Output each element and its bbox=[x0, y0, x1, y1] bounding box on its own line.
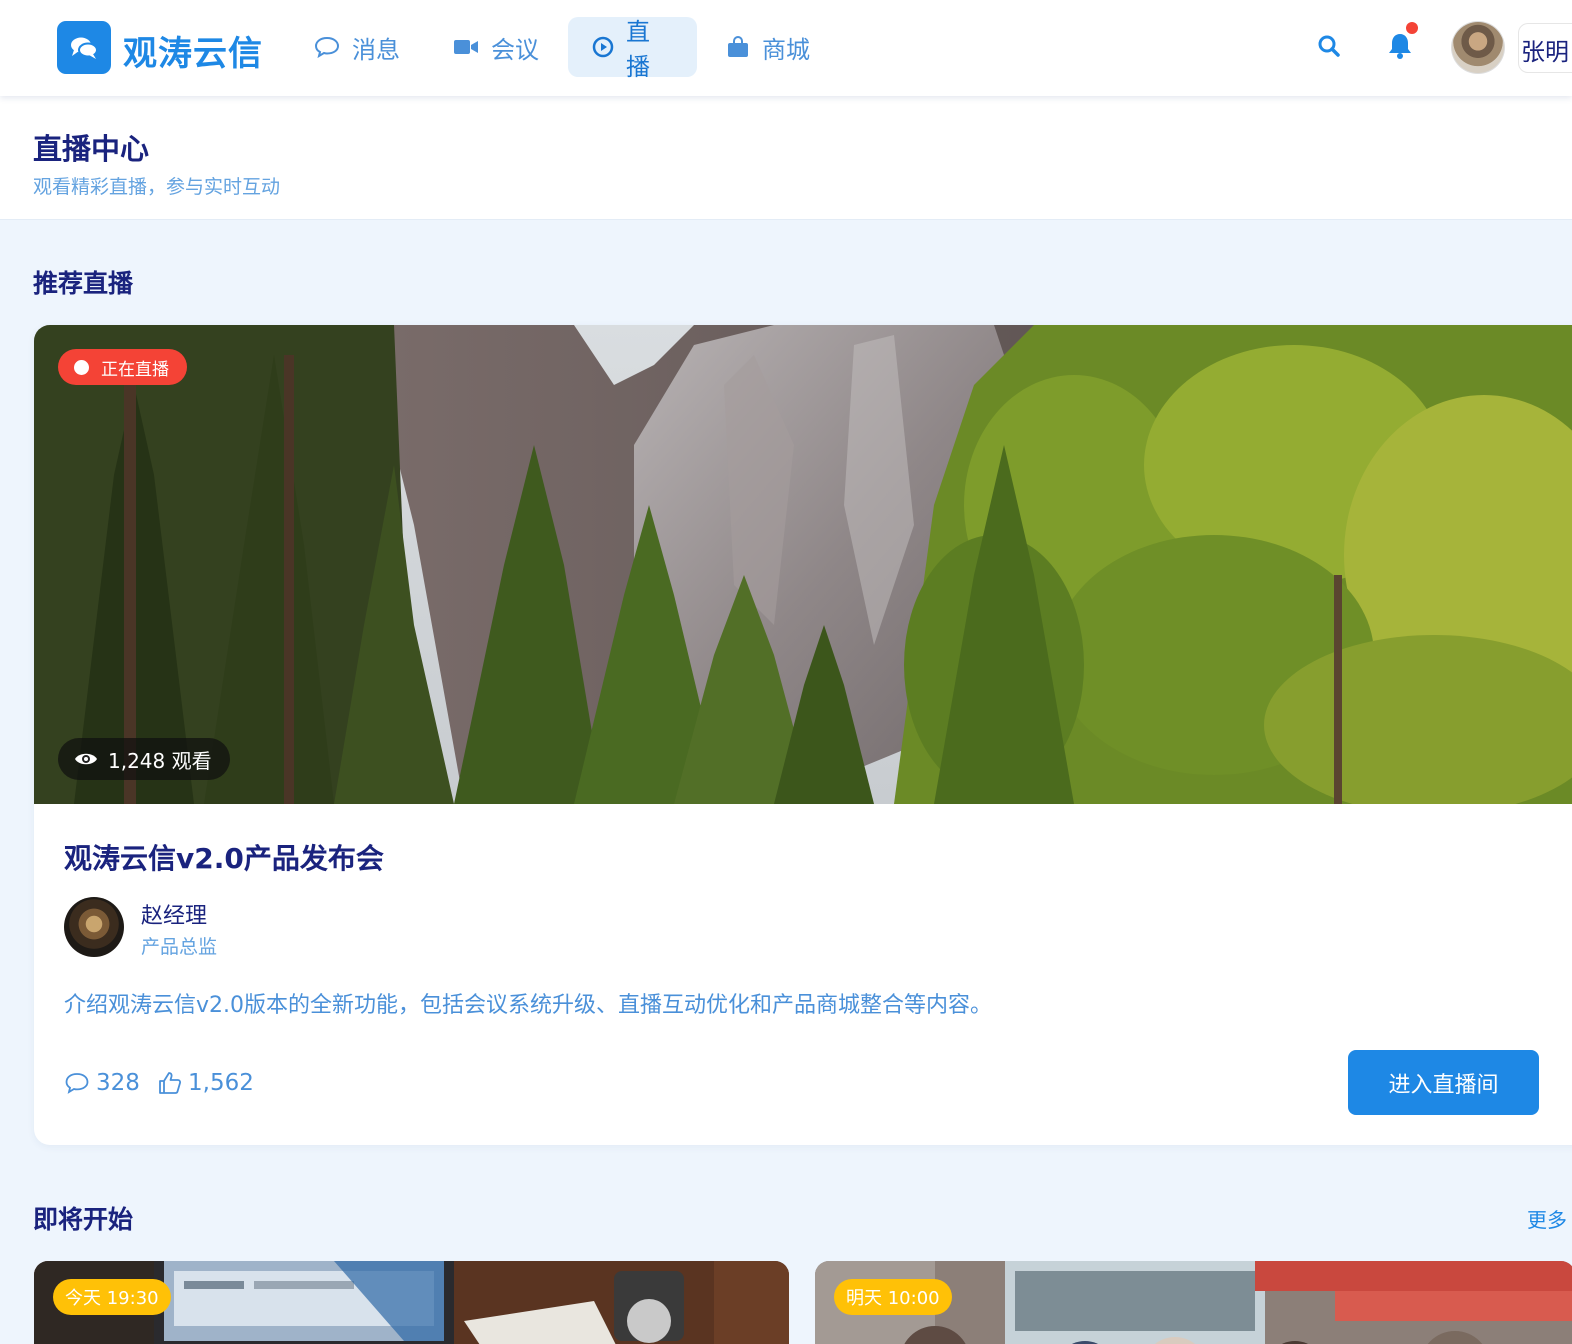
search-icon[interactable] bbox=[1317, 34, 1341, 62]
upcoming-time-badge: 今天 19:30 bbox=[53, 1279, 171, 1315]
upcoming-card[interactable]: 明天 10:00 bbox=[815, 1261, 1572, 1344]
nav-label: 商城 bbox=[762, 35, 810, 64]
featured-description: 介绍观涛云信v2.0版本的全新功能，包括会议系统升级、直播互动优化和产品商城整合… bbox=[64, 993, 993, 1018]
host-name: 赵经理 bbox=[141, 904, 208, 929]
viewer-count-badge: 1,248 观看 bbox=[58, 738, 230, 780]
nav-item-messages[interactable]: 消息 bbox=[290, 17, 424, 77]
like-count-value: 1,562 bbox=[188, 1070, 254, 1096]
section-title-featured: 推荐直播 bbox=[33, 269, 134, 298]
user-name[interactable]: 张明 bbox=[1518, 23, 1572, 73]
eye-icon bbox=[74, 751, 98, 767]
page-subtitle: 观看精彩直播，参与实时互动 bbox=[33, 176, 281, 198]
comment-count-value: 328 bbox=[96, 1070, 140, 1096]
shopping-bag-icon bbox=[726, 35, 750, 59]
enter-live-room-button[interactable]: 进入直播间 bbox=[1348, 1050, 1539, 1115]
nav-item-meetings[interactable]: 会议 bbox=[429, 17, 563, 77]
play-circle-icon bbox=[592, 36, 614, 58]
upcoming-time-badge: 明天 10:00 bbox=[834, 1279, 952, 1315]
section-title-upcoming: 即将开始 bbox=[33, 1205, 134, 1234]
chat-bubbles-icon bbox=[71, 37, 98, 59]
nav-item-store[interactable]: 商城 bbox=[702, 17, 834, 77]
live-status-badge: 正在直播 bbox=[58, 349, 187, 385]
live-dot-icon bbox=[74, 359, 89, 375]
host-avatar[interactable] bbox=[64, 897, 124, 957]
upcoming-card[interactable]: 今天 19:30 bbox=[34, 1261, 789, 1344]
nav-label: 消息 bbox=[352, 35, 400, 64]
brand-name[interactable]: 观涛云信 bbox=[123, 26, 263, 75]
featured-live-card[interactable]: 正在直播 1,248 观看 观涛云信v2.0产品发布会 赵经理 产品总监 介绍观… bbox=[34, 325, 1572, 1145]
nav-label: 会议 bbox=[491, 35, 539, 64]
nav-label: 直播 bbox=[626, 18, 650, 81]
host-role: 产品总监 bbox=[141, 936, 218, 958]
user-avatar[interactable] bbox=[1451, 21, 1505, 74]
nav-item-live[interactable]: 直播 bbox=[568, 17, 697, 81]
live-status-text: 正在直播 bbox=[101, 359, 169, 380]
bell-icon[interactable] bbox=[1388, 32, 1412, 64]
comment-count[interactable]: 328 bbox=[64, 1067, 140, 1099]
thumbs-up-icon bbox=[158, 1071, 182, 1095]
like-count[interactable]: 1,562 bbox=[158, 1067, 254, 1099]
logo-icon[interactable] bbox=[57, 21, 111, 74]
top-nav: 观涛云信 消息 会议 直播 商城 张明 bbox=[0, 0, 1572, 96]
featured-title[interactable]: 观涛云信v2.0产品发布会 bbox=[64, 837, 384, 877]
page-header: 直播中心 观看精彩直播，参与实时互动 bbox=[0, 96, 1572, 220]
forest-cliff-image bbox=[34, 325, 1572, 804]
featured-cover-image[interactable]: 正在直播 1,248 观看 bbox=[34, 325, 1572, 804]
viewer-count: 1,248 观看 bbox=[108, 748, 212, 773]
chat-bubble-icon bbox=[314, 36, 340, 58]
comment-icon bbox=[64, 1071, 90, 1095]
page-title: 直播中心 bbox=[33, 132, 150, 166]
more-link[interactable]: 更多 bbox=[1527, 1204, 1567, 1233]
video-camera-icon bbox=[453, 37, 479, 57]
notification-dot bbox=[1406, 22, 1418, 34]
